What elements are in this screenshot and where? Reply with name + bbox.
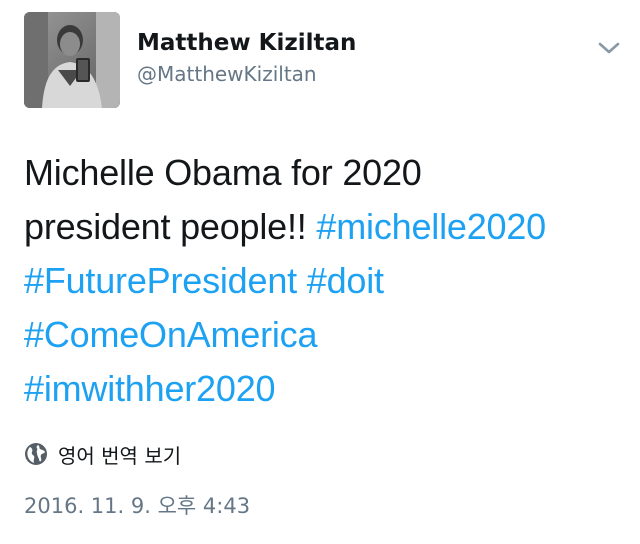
tweet-text-line: #FuturePresident #doit xyxy=(24,254,624,308)
tweet-text-segment: president people!! xyxy=(24,206,317,247)
chevron-down-icon[interactable] xyxy=(596,38,622,58)
tweet-timestamp[interactable]: 2016. 11. 9. 오후 4:43 xyxy=(24,490,250,520)
hashtag-link[interactable]: #doit xyxy=(307,260,384,301)
hashtag-link[interactable]: #FuturePresident xyxy=(24,260,297,301)
tweet-header: Matthew Kiziltan @MatthewKiziltan xyxy=(24,12,624,110)
avatar-photo xyxy=(24,12,120,108)
hashtag-link[interactable]: #ComeOnAmerica xyxy=(24,314,318,355)
translate-label: 영어 번역 보기 xyxy=(58,443,182,468)
tweet-text-line: #ComeOnAmerica xyxy=(24,308,624,362)
tweet-text-segment: Michelle Obama for 2020 xyxy=(24,152,422,193)
translate-link[interactable]: 영어 번역 보기 xyxy=(24,438,181,470)
tweet-text-line: president people!! #michelle2020 xyxy=(24,200,624,254)
tweet-text-line: Michelle Obama for 2020 xyxy=(24,146,624,200)
hashtag-link[interactable]: #michelle2020 xyxy=(316,206,546,247)
hashtag-link[interactable]: #imwithher2020 xyxy=(24,368,276,409)
tweet-text: Michelle Obama for 2020 president people!… xyxy=(24,146,624,416)
tweet-text-segment xyxy=(297,260,307,301)
user-handle[interactable]: @MatthewKiziltan xyxy=(137,59,356,89)
globe-icon xyxy=(25,443,47,465)
avatar[interactable] xyxy=(24,12,120,108)
tweet-text-line: #imwithher2020 xyxy=(24,362,624,416)
tweet: Matthew Kiziltan @MatthewKiziltan Michel… xyxy=(0,0,640,544)
user-names: Matthew Kiziltan @MatthewKiziltan xyxy=(137,28,356,89)
display-name[interactable]: Matthew Kiziltan xyxy=(137,28,356,58)
